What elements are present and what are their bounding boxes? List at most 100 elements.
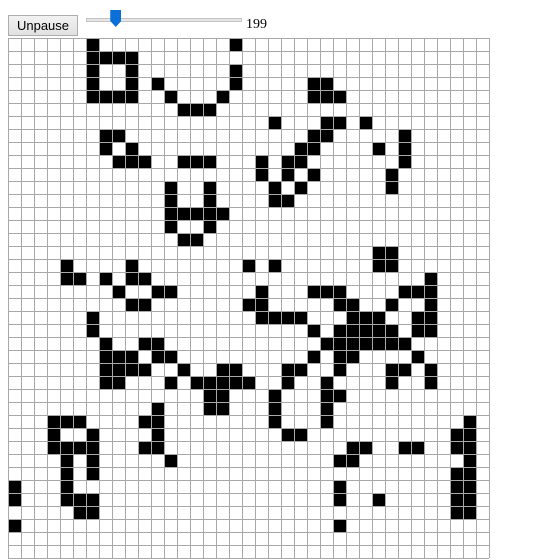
live-cell[interactable] [463, 506, 476, 519]
live-cell[interactable] [164, 350, 177, 363]
live-cell[interactable] [320, 129, 333, 142]
live-cell[interactable] [190, 233, 203, 246]
live-cell[interactable] [86, 441, 99, 454]
live-cell[interactable] [216, 376, 229, 389]
live-cell[interactable] [411, 285, 424, 298]
live-cell[interactable] [255, 298, 268, 311]
live-cell[interactable] [99, 337, 112, 350]
live-cell[interactable] [385, 376, 398, 389]
live-cell[interactable] [307, 129, 320, 142]
live-cell[interactable] [125, 155, 138, 168]
live-cell[interactable] [138, 415, 151, 428]
live-cell[interactable] [151, 77, 164, 90]
live-cell[interactable] [294, 142, 307, 155]
live-cell[interactable] [60, 272, 73, 285]
live-cell[interactable] [86, 90, 99, 103]
live-cell[interactable] [307, 77, 320, 90]
live-cell[interactable] [398, 155, 411, 168]
live-cell[interactable] [463, 467, 476, 480]
live-cell[interactable] [281, 194, 294, 207]
live-cell[interactable] [203, 376, 216, 389]
live-cell[interactable] [320, 116, 333, 129]
live-cell[interactable] [359, 441, 372, 454]
live-cell[interactable] [60, 441, 73, 454]
live-cell[interactable] [450, 428, 463, 441]
live-cell[interactable] [268, 402, 281, 415]
live-cell[interactable] [411, 311, 424, 324]
live-cell[interactable] [164, 376, 177, 389]
live-cell[interactable] [281, 168, 294, 181]
live-cell[interactable] [398, 363, 411, 376]
live-cell[interactable] [372, 311, 385, 324]
live-cell[interactable] [99, 51, 112, 64]
live-cell[interactable] [216, 389, 229, 402]
live-cell[interactable] [216, 90, 229, 103]
live-cell[interactable] [112, 155, 125, 168]
live-cell[interactable] [346, 350, 359, 363]
live-cell[interactable] [99, 376, 112, 389]
speed-slider[interactable] [82, 8, 244, 30]
live-cell[interactable] [203, 207, 216, 220]
live-cell[interactable] [125, 51, 138, 64]
live-cell[interactable] [294, 311, 307, 324]
live-cell[interactable] [398, 337, 411, 350]
live-cell[interactable] [385, 246, 398, 259]
live-cell[interactable] [424, 272, 437, 285]
live-cell[interactable] [138, 363, 151, 376]
live-cell[interactable] [216, 402, 229, 415]
live-cell[interactable] [294, 363, 307, 376]
live-cell[interactable] [463, 441, 476, 454]
live-cell[interactable] [463, 415, 476, 428]
life-grid[interactable] [8, 38, 490, 559]
live-cell[interactable] [203, 155, 216, 168]
live-cell[interactable] [73, 506, 86, 519]
live-cell[interactable] [463, 454, 476, 467]
live-cell[interactable] [47, 415, 60, 428]
live-cell[interactable] [307, 90, 320, 103]
live-cell[interactable] [190, 103, 203, 116]
live-cell[interactable] [177, 207, 190, 220]
live-cell[interactable] [151, 350, 164, 363]
live-cell[interactable] [125, 259, 138, 272]
live-cell[interactable] [112, 51, 125, 64]
live-cell[interactable] [411, 324, 424, 337]
live-cell[interactable] [281, 363, 294, 376]
live-cell[interactable] [281, 155, 294, 168]
live-cell[interactable] [346, 324, 359, 337]
live-cell[interactable] [229, 64, 242, 77]
live-cell[interactable] [60, 467, 73, 480]
live-cell[interactable] [86, 77, 99, 90]
live-cell[interactable] [333, 480, 346, 493]
live-cell[interactable] [372, 259, 385, 272]
live-cell[interactable] [73, 272, 86, 285]
live-cell[interactable] [242, 298, 255, 311]
live-cell[interactable] [151, 428, 164, 441]
live-cell[interactable] [203, 389, 216, 402]
live-cell[interactable] [164, 90, 177, 103]
live-cell[interactable] [60, 415, 73, 428]
live-cell[interactable] [307, 324, 320, 337]
live-cell[interactable] [398, 129, 411, 142]
live-cell[interactable] [346, 311, 359, 324]
live-cell[interactable] [450, 441, 463, 454]
live-cell[interactable] [177, 155, 190, 168]
live-cell[interactable] [8, 493, 21, 506]
live-cell[interactable] [47, 428, 60, 441]
live-cell[interactable] [372, 142, 385, 155]
live-cell[interactable] [112, 129, 125, 142]
live-cell[interactable] [60, 259, 73, 272]
live-cell[interactable] [125, 64, 138, 77]
live-cell[interactable] [333, 90, 346, 103]
live-cell[interactable] [216, 363, 229, 376]
live-cell[interactable] [359, 311, 372, 324]
live-cell[interactable] [307, 285, 320, 298]
live-cell[interactable] [125, 272, 138, 285]
live-cell[interactable] [307, 350, 320, 363]
live-cell[interactable] [125, 363, 138, 376]
live-cell[interactable] [385, 259, 398, 272]
live-cell[interactable] [294, 181, 307, 194]
live-cell[interactable] [125, 77, 138, 90]
live-cell[interactable] [138, 155, 151, 168]
live-cell[interactable] [203, 181, 216, 194]
live-cell[interactable] [333, 285, 346, 298]
